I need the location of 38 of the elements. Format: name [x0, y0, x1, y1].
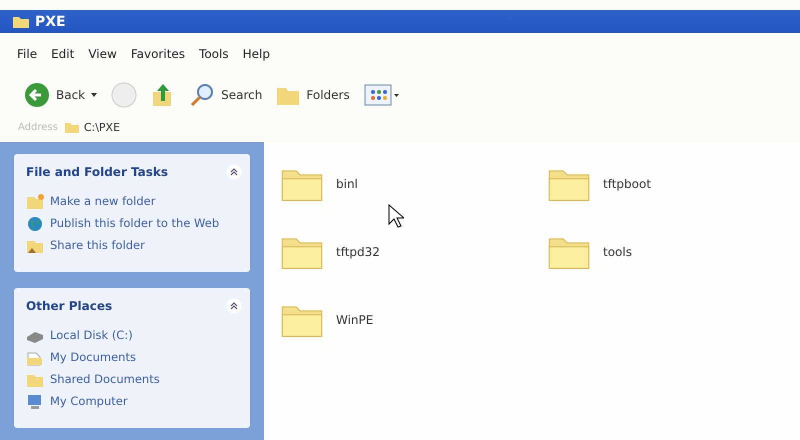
task-link[interactable]: Share this folder [26, 238, 242, 254]
menu-item[interactable]: Edit [46, 46, 80, 61]
panel-title: Other Places [26, 298, 112, 313]
globe-icon [26, 216, 44, 232]
views-icon [364, 82, 400, 107]
new-folder-icon [26, 194, 44, 210]
collapse-icon[interactable] [226, 164, 242, 180]
folder-name[interactable]: tftpd32 [336, 244, 380, 259]
document-folder-icon [26, 350, 44, 366]
folder-name[interactable]: binl [336, 176, 358, 191]
folder-name[interactable]: tools [603, 244, 632, 259]
folder-icon [64, 120, 80, 134]
folder-name[interactable]: WinPE [336, 312, 374, 327]
folder-icon [12, 14, 30, 29]
task-link[interactable]: Make a new folder [26, 194, 242, 210]
menu-item[interactable]: File [12, 46, 42, 61]
window-title: PXE [35, 14, 66, 30]
dropdown-arrow-icon [91, 92, 98, 97]
address-field[interactable]: C:\PXE [64, 120, 120, 134]
folders-button[interactable]: Folders [272, 82, 354, 108]
menu-item[interactable]: Tools [194, 46, 234, 61]
mouse-cursor-icon [388, 204, 404, 228]
address-label: Address [18, 122, 58, 133]
back-button[interactable]: Back [20, 80, 102, 110]
menu-item[interactable]: Favorites [126, 46, 190, 61]
computer-icon [26, 394, 44, 410]
search-button[interactable]: Search [185, 80, 266, 110]
menu-item[interactable]: View [83, 46, 122, 61]
task-link[interactable]: My Computer [26, 394, 242, 410]
panel-title: File and Folder Tasks [26, 164, 168, 179]
task-link[interactable]: Local Disk (C:) [26, 328, 242, 344]
task-link[interactable]: Publish this folder to the Web [26, 216, 242, 232]
folder-name[interactable]: tftpboot [603, 176, 652, 191]
task-link[interactable]: Shared Documents [26, 372, 242, 388]
search-icon [189, 82, 216, 108]
task-link[interactable]: My Documents [26, 350, 242, 366]
menu-item[interactable]: Help [238, 46, 275, 61]
collapse-icon[interactable] [226, 298, 242, 314]
